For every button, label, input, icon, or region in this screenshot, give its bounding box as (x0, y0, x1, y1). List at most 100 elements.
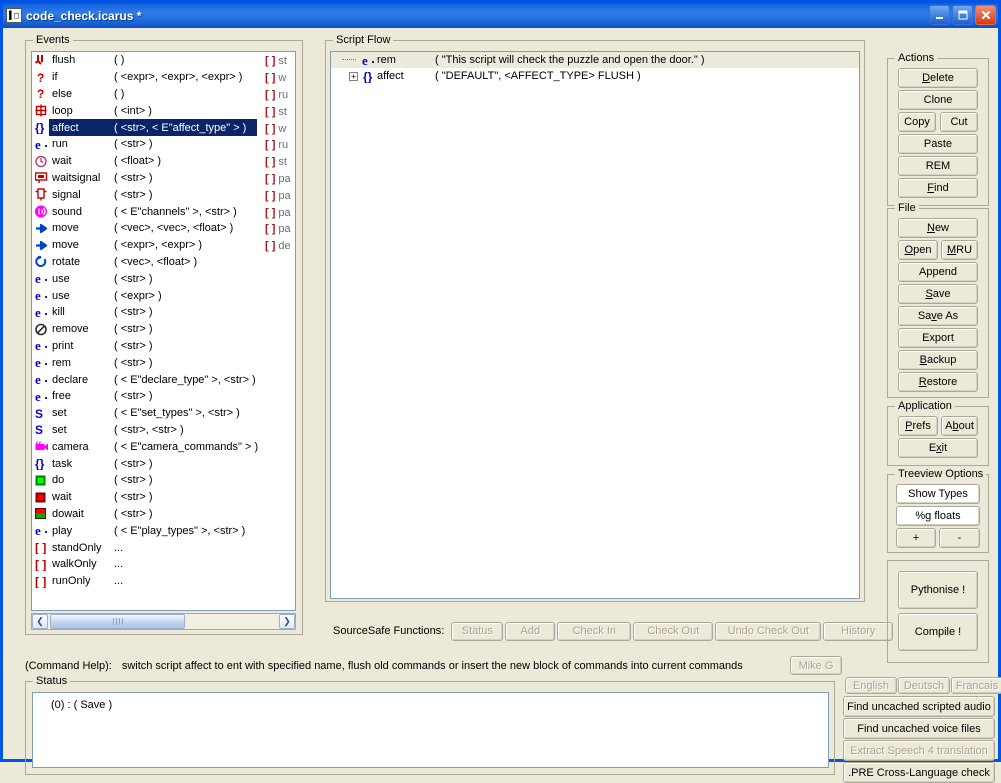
close-icon[interactable] (975, 5, 996, 25)
decrease-button[interactable]: - (939, 528, 980, 548)
script-flow-row[interactable]: + {} affect ( "DEFAULT", <AFFECT_TYPE> FLUS… (331, 68, 859, 84)
svg-text:[ ]: [ ] (35, 558, 46, 571)
breakpoint-icon[interactable]: [ ] (265, 156, 275, 168)
export-button[interactable]: Export (898, 328, 978, 348)
about-button[interactable]: About (941, 416, 978, 436)
event-list-item[interactable]: {} affect ( <str>, < E"affect_type" > ) (32, 119, 295, 136)
event-list-item[interactable]: [ ] runOnly... (32, 573, 295, 590)
breakpoint-icon[interactable]: [ ] (265, 106, 275, 118)
event-list-item[interactable]: wait( <float> ) (32, 153, 295, 170)
status-output[interactable]: (0) : ( Save ) (32, 692, 829, 768)
event-list-item[interactable]: e play( < E"play_types" >, <str> ) (32, 522, 295, 539)
author-button: Mike G (790, 656, 842, 675)
maximize-icon[interactable] (952, 5, 973, 25)
scrollbar-thumb[interactable] (50, 614, 185, 629)
event-list-item[interactable]: [ ] standOnly... (32, 539, 295, 556)
event-list-item[interactable]: ? else( ) (32, 86, 295, 103)
new-button[interactable]: New (898, 218, 978, 238)
event-list-item[interactable]: e free( <str> ) (32, 388, 295, 405)
breakpoint-icon[interactable]: [ ] (265, 223, 275, 235)
open-button[interactable]: Open (898, 240, 938, 260)
event-name: affect (52, 121, 79, 134)
breakpoint-icon[interactable]: [ ] (265, 190, 275, 202)
mru-button[interactable]: MRU (941, 240, 978, 260)
event-list-item[interactable]: camera( < E"camera_commands" > ) (32, 438, 295, 455)
minimize-icon[interactable] (929, 5, 950, 25)
script-flow-tree[interactable]: e rem ( "This script will check the puzzle… (330, 51, 860, 599)
event-list-item[interactable]: move( <vec>, <vec>, <float> ) (32, 220, 295, 237)
breakpoint-icon[interactable]: [ ] (265, 72, 275, 84)
breakpoint-icon[interactable]: [ ] (265, 207, 275, 219)
event-list-item[interactable]: e kill( <str> ) (32, 304, 295, 321)
event-list-item[interactable]: e use( <expr> ) (32, 287, 295, 304)
build-panel: Pythonise ! Compile ! (887, 560, 989, 663)
event-list-item[interactable]: Sset( < E"set_types" >, <str> ) (32, 405, 295, 422)
exit-button[interactable]: Exit (898, 438, 978, 458)
event-extra-cell (265, 305, 295, 322)
event-name: use (52, 272, 70, 285)
tool-button-2[interactable]: Find uncached voice files (843, 718, 995, 739)
event-name: task (52, 457, 73, 470)
event-list-item[interactable]: [ ] walkOnly... (32, 556, 295, 573)
script-flow-row[interactable]: e rem ( "This script will check the puzzle… (331, 52, 859, 68)
prefs-button[interactable]: Prefs (898, 416, 938, 436)
event-list-item[interactable]: ? if( <expr>, <expr>, <expr> ) (32, 69, 295, 86)
status-panel: Status (0) : ( Save ) (25, 675, 835, 775)
event-list-item[interactable]: e use( <str> ) (32, 270, 295, 287)
breakpoint-icon[interactable]: [ ] (265, 55, 275, 67)
tool-button-4[interactable]: .PRE Cross-Language check (843, 762, 995, 783)
breakpoint-icon[interactable]: [ ] (265, 173, 275, 185)
event-extra-cell: [ ] st (265, 53, 295, 70)
event-list-item[interactable]: e print( <str> ) (32, 338, 295, 355)
event-list-item[interactable]: {} task( <str> ) (32, 455, 295, 472)
window-title: code_check.icarus * (26, 8, 142, 23)
event-list-item[interactable]: rotate( <vec>, <float> ) (32, 254, 295, 271)
event-list-item[interactable]: dowait( <str> ) (32, 506, 295, 523)
event-list-item[interactable]: move( <expr>, <expr> ) (32, 237, 295, 254)
event-list-item[interactable]: do( <str> ) (32, 472, 295, 489)
append-button[interactable]: Append (898, 262, 978, 282)
breakpoint-icon[interactable]: [ ] (265, 240, 275, 252)
copy-button[interactable]: Copy (898, 112, 936, 132)
find-button[interactable]: Find (898, 178, 978, 198)
paste-button[interactable]: Paste (898, 134, 978, 154)
events-horizontal-scrollbar[interactable]: ❮ ❯ (31, 613, 296, 630)
show-types-toggle[interactable]: Show Types (896, 484, 980, 504)
increase-button[interactable]: + (896, 528, 936, 548)
event-name: run (52, 138, 68, 151)
scroll-right-icon[interactable]: ❯ (279, 614, 295, 629)
breakpoint-icon[interactable]: [ ] (265, 89, 275, 101)
events-list[interactable]: flush( )? if( <expr>, <expr>, <expr> )? el… (31, 51, 296, 611)
expand-icon[interactable]: + (349, 71, 358, 81)
language-english-button: English (845, 677, 897, 694)
waitsignal-icon (34, 170, 49, 185)
event-list-item[interactable]: loop( <int> ) (32, 102, 295, 119)
event-list-item[interactable]: signal( <str> ) (32, 186, 295, 203)
event-list-item[interactable]: Sset( <str>, <str> ) (32, 422, 295, 439)
pythonise-button[interactable]: Pythonise ! (898, 571, 978, 609)
event-list-item[interactable]: remove( <str> ) (32, 321, 295, 338)
cut-button[interactable]: Cut (940, 112, 978, 132)
backup-button[interactable]: Backup (898, 350, 978, 370)
event-list-item[interactable]: e rem( <str> ) (32, 354, 295, 371)
delete-button[interactable]: Delete (898, 68, 978, 88)
rem-button[interactable]: REM (898, 156, 978, 176)
event-extra-cell: [ ] pa (265, 221, 295, 238)
restore-button[interactable]: Restore (898, 372, 978, 392)
compile-button[interactable]: Compile ! (898, 613, 978, 651)
g-floats-toggle[interactable]: %g floats (896, 506, 980, 526)
scroll-left-icon[interactable]: ❮ (32, 614, 48, 629)
save-as-button[interactable]: Save As (898, 306, 978, 326)
event-name: dowait (52, 507, 84, 520)
event-list-item[interactable]: e run( <str> ) (32, 136, 295, 153)
save-button[interactable]: Save (898, 284, 978, 304)
event-list-item[interactable]: sound( < E"channels" >, <str> ) (32, 203, 295, 220)
event-list-item[interactable]: wait( <str> ) (32, 489, 295, 506)
event-list-item[interactable]: waitsignal( <str> ) (32, 170, 295, 187)
breakpoint-icon[interactable]: [ ] (265, 139, 275, 151)
event-list-item[interactable]: flush( ) (32, 52, 295, 69)
prefs-label-rest: refs (912, 420, 931, 432)
tool-button-1[interactable]: Find uncached scripted audio (843, 696, 995, 717)
event-list-item[interactable]: e declare( < E"declare_type" >, <str> ) (32, 371, 295, 388)
clone-button[interactable]: Clone (898, 90, 978, 110)
